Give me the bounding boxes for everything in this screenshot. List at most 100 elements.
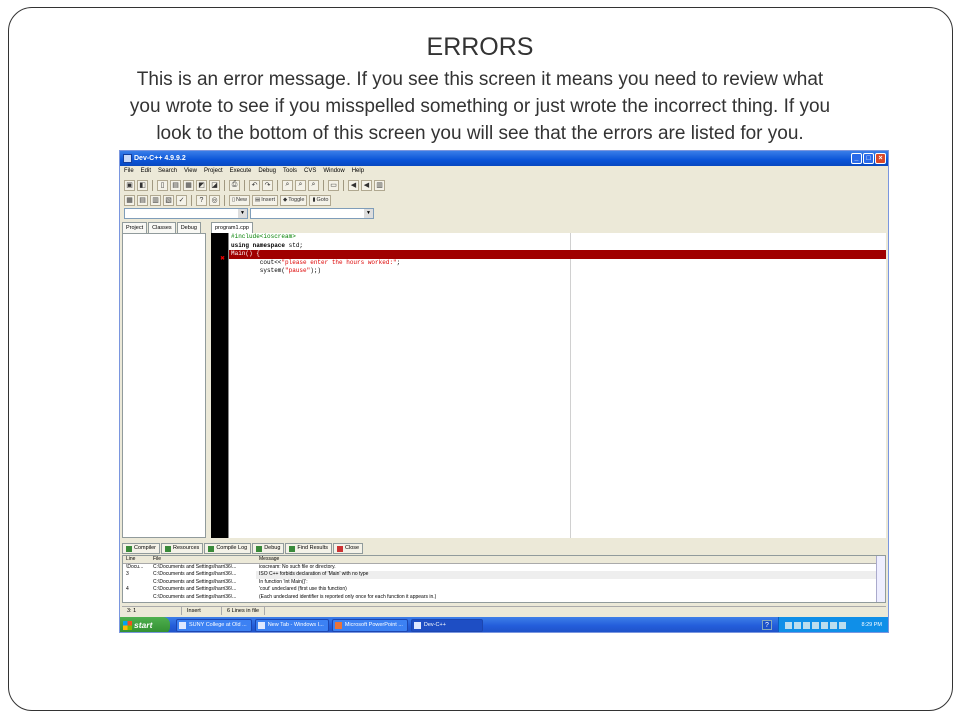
new-file-icon[interactable]: ▯ xyxy=(157,179,168,191)
run-icon[interactable]: ▤ xyxy=(137,194,148,206)
toggle-icon: ◆ xyxy=(283,197,288,203)
table-row[interactable]: 4 C:\Documents and Settings\harri36\... … xyxy=(123,586,885,594)
add-to-project-icon[interactable]: ◀ xyxy=(348,179,359,191)
tab-debug[interactable]: Debug xyxy=(176,222,201,233)
menu-project[interactable]: Project xyxy=(204,166,223,177)
menu-tools[interactable]: Tools xyxy=(283,166,297,177)
close-file-icon[interactable]: ◪ xyxy=(209,179,220,191)
tray-volume-icon[interactable] xyxy=(794,622,801,629)
menu-edit[interactable]: Edit xyxy=(141,166,151,177)
find-icon[interactable]: ⌕ xyxy=(282,179,293,191)
start-button[interactable]: start xyxy=(120,617,170,632)
find-next-icon[interactable]: ⌕ xyxy=(308,179,319,191)
clock[interactable]: 8:29 PM xyxy=(862,622,882,628)
minimize-button[interactable]: _ xyxy=(851,153,862,164)
close-tab-icon xyxy=(337,545,343,552)
save-icon[interactable]: ▦ xyxy=(183,179,194,191)
tray-app-icon[interactable] xyxy=(812,622,819,629)
class-browser-icon[interactable]: ◧ xyxy=(137,179,148,191)
table-row[interactable]: \Docu... C:\Documents and Settings\harri… xyxy=(123,564,885,572)
tray-app-icon[interactable] xyxy=(821,622,828,629)
debug-icon xyxy=(256,545,263,552)
open-file-icon[interactable]: ▤ xyxy=(170,179,181,191)
open-project-icon[interactable]: ▣ xyxy=(124,179,135,191)
table-row[interactable]: 3 C:\Documents and Settings\harri36\... … xyxy=(123,571,885,579)
tab-close[interactable]: Close xyxy=(333,543,364,554)
tray-network-icon[interactable] xyxy=(785,622,792,629)
help-icon[interactable]: ? xyxy=(196,194,207,206)
tab-compile-log[interactable]: Compile Log xyxy=(204,543,252,554)
combo-row: ▼ ▼ xyxy=(124,208,374,219)
taskbar-item-powerpoint[interactable]: Microsoft PowerPoint ... xyxy=(331,619,408,632)
menu-file[interactable]: File xyxy=(124,166,134,177)
chevron-down-icon: ▼ xyxy=(238,209,247,218)
tab-compiler[interactable]: Compiler xyxy=(122,543,161,554)
slide-title: ERRORS xyxy=(426,33,534,61)
menu-debug[interactable]: Debug xyxy=(258,166,276,177)
error-marker-icon: ✖ xyxy=(220,256,226,262)
rebuild-icon[interactable]: ▧ xyxy=(163,194,174,206)
tab-project[interactable]: Project xyxy=(122,222,148,233)
taskbar: start SUNY College at Old ... New Tab - … xyxy=(120,617,888,632)
menu-bar: File Edit Search View Project Execute De… xyxy=(120,166,888,177)
editor-gutter xyxy=(211,233,228,538)
taskbar-item-browser[interactable]: SUNY College at Old ... xyxy=(176,619,252,632)
goto-line-icon[interactable]: ▭ xyxy=(328,179,339,191)
maximize-button[interactable]: □ xyxy=(863,153,874,164)
resources-icon xyxy=(165,545,172,552)
code-line: system("pause");) xyxy=(231,267,322,274)
compile-log-icon xyxy=(208,545,215,552)
insert-button[interactable]: ▤ Insert xyxy=(252,194,279,206)
menu-execute[interactable]: Execute xyxy=(230,166,252,177)
project-options-icon[interactable]: ▥ xyxy=(374,179,385,191)
tray-app-icon[interactable] xyxy=(830,622,837,629)
goto-button[interactable]: ▮ Goto xyxy=(309,194,332,206)
remove-from-project-icon[interactable]: ◀ xyxy=(361,179,372,191)
tab-classes[interactable]: Classes xyxy=(148,222,176,233)
tab-resources[interactable]: Resources xyxy=(161,543,204,554)
menu-search[interactable]: Search xyxy=(158,166,177,177)
taskbar-item-devcpp[interactable]: Dev-C++ xyxy=(410,619,483,632)
status-bar: 3: 1 Insert 6 Lines in file xyxy=(122,606,886,615)
log-scrollbar[interactable] xyxy=(876,556,885,602)
redo-icon[interactable]: ↷ xyxy=(262,179,273,191)
menu-cvs[interactable]: CVS xyxy=(304,166,316,177)
menu-help[interactable]: Help xyxy=(352,166,364,177)
tab-find-results[interactable]: Find Results xyxy=(285,543,332,554)
table-row[interactable]: C:\Documents and Settings\harri36\... (E… xyxy=(123,594,885,599)
about-icon[interactable]: ◎ xyxy=(209,194,220,206)
tab-debug-bottom[interactable]: Debug xyxy=(252,543,285,554)
undo-icon[interactable]: ↶ xyxy=(249,179,260,191)
edit-mode: Insert xyxy=(182,607,222,615)
replace-icon[interactable]: ⌕ xyxy=(295,179,306,191)
col-message[interactable]: Message xyxy=(256,556,885,563)
menu-window[interactable]: Window xyxy=(323,166,344,177)
print-icon[interactable]: ⎙ xyxy=(229,179,240,191)
help-icon[interactable]: ? xyxy=(762,620,772,630)
compile-run-icon[interactable]: ▥ xyxy=(150,194,161,206)
app-icon xyxy=(123,154,132,163)
menu-view[interactable]: View xyxy=(184,166,197,177)
close-button[interactable]: × xyxy=(875,153,886,164)
col-line[interactable]: Line xyxy=(123,556,150,563)
bottom-panel-tabs: Compiler Resources Compile Log Debug Fin… xyxy=(122,543,364,554)
project-panel[interactable] xyxy=(122,233,206,538)
tab-program1-cpp[interactable]: program1.cpp xyxy=(211,222,253,233)
save-all-icon[interactable]: ◩ xyxy=(196,179,207,191)
window-title: Dev-C++ 4.9.9.2 xyxy=(134,155,186,162)
taskbar-item-new-tab[interactable]: New Tab - Windows I... xyxy=(254,619,329,632)
col-file[interactable]: File xyxy=(150,556,256,563)
compile-icon[interactable]: ▦ xyxy=(124,194,135,206)
ie-icon xyxy=(179,622,186,629)
window-titlebar[interactable]: Dev-C++ 4.9.9.2 _ □ × xyxy=(120,151,888,166)
chevron-down-icon: ▼ xyxy=(364,209,373,218)
table-row[interactable]: C:\Documents and Settings\harri36\... In… xyxy=(123,579,885,587)
code-editor[interactable]: #include<ioscream> using namespace std; … xyxy=(228,233,886,538)
new-button[interactable]: ▯ New xyxy=(229,194,251,206)
tray-security-icon[interactable] xyxy=(803,622,810,629)
class-combo[interactable]: ▼ xyxy=(124,208,248,219)
tray-app-icon[interactable] xyxy=(839,622,846,629)
debug-check-icon[interactable]: ✓ xyxy=(176,194,187,206)
member-combo[interactable]: ▼ xyxy=(250,208,374,219)
toggle-button[interactable]: ◆ Toggle xyxy=(280,194,308,206)
